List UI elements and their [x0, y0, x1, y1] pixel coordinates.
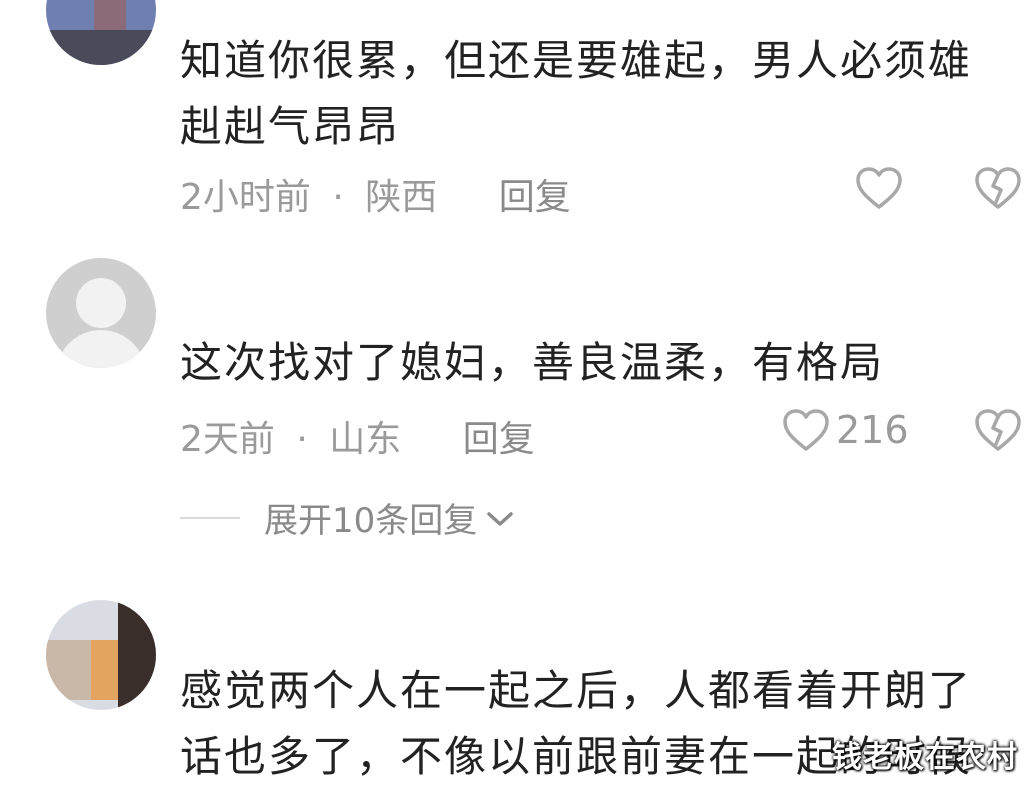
reply-button[interactable]: 回复: [463, 410, 535, 462]
comment-meta: 2天前 · 山东 回复: [180, 410, 535, 462]
comment-time: 2天前: [180, 419, 275, 460]
comment-location: 山东: [329, 419, 402, 460]
comment-text: 这次找对了媳妇，善良温柔，有格局: [180, 338, 885, 387]
like-button[interactable]: 216: [782, 408, 909, 452]
avatar[interactable]: [46, 600, 156, 710]
dislike-button[interactable]: [974, 408, 1022, 452]
comment-text: 知道你很累，但还是要雄起，男人必须雄赳赳气昂昂: [180, 36, 973, 151]
divider-line: [180, 516, 240, 519]
meta-separator: ·: [332, 177, 344, 218]
comment-meta: 2小时前 · 陕西 回复: [180, 168, 571, 220]
dislike-button[interactable]: [974, 166, 1022, 210]
avatar[interactable]: [46, 0, 156, 65]
broken-heart-icon: [974, 166, 1022, 210]
like-button[interactable]: [855, 166, 903, 210]
expand-replies-label: 展开10条回复: [264, 501, 478, 541]
expand-replies-button[interactable]: 展开10条回复: [180, 493, 515, 542]
meta-separator: ·: [296, 419, 308, 460]
watermark: 钱老板在农村: [832, 740, 1018, 775]
heart-outline-icon: [855, 166, 903, 210]
like-count: 216: [836, 408, 909, 452]
comment-location: 陕西: [365, 177, 438, 218]
reply-button[interactable]: 回复: [499, 168, 571, 220]
broken-heart-icon: [974, 408, 1022, 452]
comment-time: 2小时前: [180, 177, 311, 218]
avatar[interactable]: [46, 258, 156, 368]
chevron-down-icon: [485, 498, 515, 538]
heart-outline-icon: [782, 408, 830, 452]
